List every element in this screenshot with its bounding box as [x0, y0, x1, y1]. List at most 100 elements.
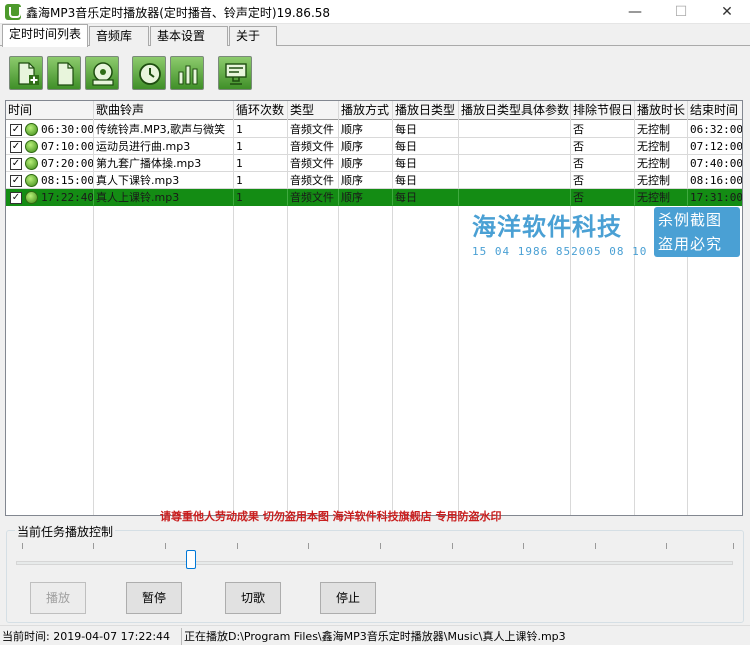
song-cell: 真人上课铃.mp3	[94, 189, 234, 206]
slider-thumb[interactable]	[186, 550, 196, 569]
loop-cell: 1	[234, 138, 288, 155]
table-row[interactable]: ✓ 08:15:00 真人下课铃.mp3 1 音频文件 顺序 每日 否 无控制 …	[6, 172, 742, 189]
enable-checkbox[interactable]: ✓	[10, 158, 22, 170]
params-cell	[459, 121, 571, 138]
params-cell	[459, 189, 571, 206]
clock-icon	[139, 63, 161, 85]
enable-checkbox[interactable]: ✓	[10, 124, 22, 136]
mode-cell: 顺序	[339, 189, 393, 206]
time-cell: ✓ 08:15:00	[6, 172, 94, 189]
monitor-button[interactable]	[218, 56, 252, 90]
table-row-selected[interactable]: ✓ 17:22:40 真人上课铃.mp3 1 音频文件 顺序 每日 否 无控制 …	[6, 189, 743, 206]
table-row[interactable]: ✓ 07:20:00 第九套广播体操.mp3 1 音频文件 顺序 每日 否 无控…	[6, 155, 743, 172]
maximize-button[interactable]: ☐	[658, 0, 704, 24]
enable-checkbox[interactable]: ✓	[10, 175, 22, 187]
now-playing-status: 正在播放D:\Program Files\鑫海MP3音乐定时播放器\Music\…	[184, 630, 566, 643]
day-type-cell: 每日	[393, 121, 459, 138]
window-title: 鑫海MP3音乐定时播放器(定时播音、铃声定时)19.86.58	[26, 6, 331, 20]
app-icon	[5, 4, 21, 20]
holiday-cell: 否	[571, 138, 635, 155]
add-file-button[interactable]	[9, 56, 43, 90]
column-header-params[interactable]: 播放日类型具体参数	[459, 101, 571, 120]
day-type-cell: 每日	[393, 172, 459, 189]
watermark-stamp-line1: 杀例截图	[658, 211, 723, 229]
watermark-code: 15 04 1986 852005 08 10	[472, 245, 648, 258]
playback-progress-slider[interactable]	[16, 561, 733, 565]
end-time-cell: 17:31:00	[688, 191, 743, 206]
monitor-icon	[225, 63, 247, 85]
tab-audio-library[interactable]: 音频库	[89, 26, 149, 46]
next-song-button[interactable]: 切歌	[225, 582, 281, 614]
file-button[interactable]	[47, 56, 81, 90]
time-value: 17:22:40	[41, 191, 94, 204]
time-value: 08:15:00	[41, 174, 94, 187]
song-cell: 运动员进行曲.mp3	[94, 138, 234, 155]
status-icon	[25, 140, 38, 153]
time-cell: ✓ 17:22:40	[6, 189, 94, 206]
watermark-brand: 海洋软件科技	[472, 213, 622, 241]
statistics-button[interactable]	[170, 56, 204, 90]
table-header: 时间 歌曲铃声 循环次数 类型 播放方式 播放日类型 播放日类型具体参数 排除节…	[6, 101, 742, 120]
end-time-cell: 07:40:00	[688, 157, 743, 172]
column-header-duration[interactable]: 播放时长	[635, 101, 688, 120]
close-button[interactable]: ✕	[704, 0, 750, 24]
song-cell: 第九套广播体操.mp3	[94, 155, 234, 172]
minimize-button[interactable]: —	[612, 0, 658, 24]
title-bar: 鑫海MP3音乐定时播放器(定时播音、铃声定时)19.86.58 — ☐ ✕	[0, 0, 750, 24]
clock-button[interactable]	[132, 56, 166, 90]
column-header-mode[interactable]: 播放方式	[339, 101, 393, 120]
duration-cell: 无控制	[635, 138, 688, 155]
params-cell	[459, 155, 571, 172]
holiday-cell: 否	[571, 172, 635, 189]
table-row[interactable]: ✓ 06:30:00 传统铃声.MP3,歌声与微笑 1 音频文件 顺序 每日 否…	[6, 121, 742, 138]
holiday-cell: 否	[571, 155, 635, 172]
mode-cell: 顺序	[339, 155, 393, 172]
mode-cell: 顺序	[339, 138, 393, 155]
tab-basic-settings[interactable]: 基本设置	[150, 26, 228, 46]
disk-drive-icon	[92, 62, 114, 86]
column-header-time[interactable]: 时间	[6, 101, 94, 120]
pause-button[interactable]: 暂停	[126, 582, 182, 614]
schedule-table: 时间 歌曲铃声 循环次数 类型 播放方式 播放日类型 播放日类型具体参数 排除节…	[5, 100, 743, 516]
mode-cell: 顺序	[339, 172, 393, 189]
day-type-cell: 每日	[393, 155, 459, 172]
duration-cell: 无控制	[635, 172, 688, 189]
type-cell: 音频文件	[288, 155, 339, 172]
column-header-loop[interactable]: 循环次数	[234, 101, 288, 120]
column-header-end-time[interactable]: 结束时间	[688, 101, 742, 120]
time-value: 07:10:00	[41, 140, 94, 153]
toolbar	[0, 47, 750, 99]
time-value: 06:30:00	[41, 123, 94, 136]
status-icon	[25, 191, 38, 204]
duration-cell: 无控制	[635, 155, 688, 172]
column-header-song[interactable]: 歌曲铃声	[94, 101, 234, 120]
holiday-cell: 否	[571, 121, 635, 138]
enable-checkbox[interactable]: ✓	[10, 192, 22, 204]
day-type-cell: 每日	[393, 138, 459, 155]
add-file-icon	[18, 62, 39, 85]
table-row[interactable]: ✓ 07:10:00 运动员进行曲.mp3 1 音频文件 顺序 每日 否 无控制…	[6, 138, 742, 155]
mode-cell: 顺序	[339, 121, 393, 138]
tab-bar: 定时时间列表 音频库 基本设置 关于	[0, 24, 750, 47]
time-cell: ✓ 07:10:00	[6, 138, 94, 155]
status-icon	[25, 174, 38, 187]
column-header-type[interactable]: 类型	[288, 101, 339, 120]
watermark-stamp: 杀例截图 盗用必究	[654, 207, 740, 257]
stop-button[interactable]: 停止	[320, 582, 376, 614]
duration-cell: 无控制	[635, 121, 688, 138]
disk-button[interactable]	[85, 56, 119, 90]
time-cell: ✓ 06:30:00	[6, 121, 94, 138]
column-header-holiday[interactable]: 排除节假日	[571, 101, 635, 120]
enable-checkbox[interactable]: ✓	[10, 141, 22, 153]
tab-about[interactable]: 关于	[229, 26, 277, 46]
anti-theft-notice: 请尊重他人劳动成果 切勿盗用本图 海洋软件科技旗舰店 专用防盗水印	[160, 510, 502, 523]
current-time-status: 当前时间: 2019-04-07 17:22:44	[2, 628, 182, 645]
file-icon	[57, 62, 74, 86]
play-button[interactable]: 播放	[30, 582, 86, 614]
tab-schedule-list[interactable]: 定时时间列表	[2, 24, 88, 47]
loop-cell: 1	[234, 172, 288, 189]
group-title: 当前任务播放控制	[15, 523, 116, 540]
song-cell: 传统铃声.MP3,歌声与微笑	[94, 121, 234, 138]
duration-cell: 无控制	[635, 189, 688, 206]
column-header-day-type[interactable]: 播放日类型	[393, 101, 459, 120]
